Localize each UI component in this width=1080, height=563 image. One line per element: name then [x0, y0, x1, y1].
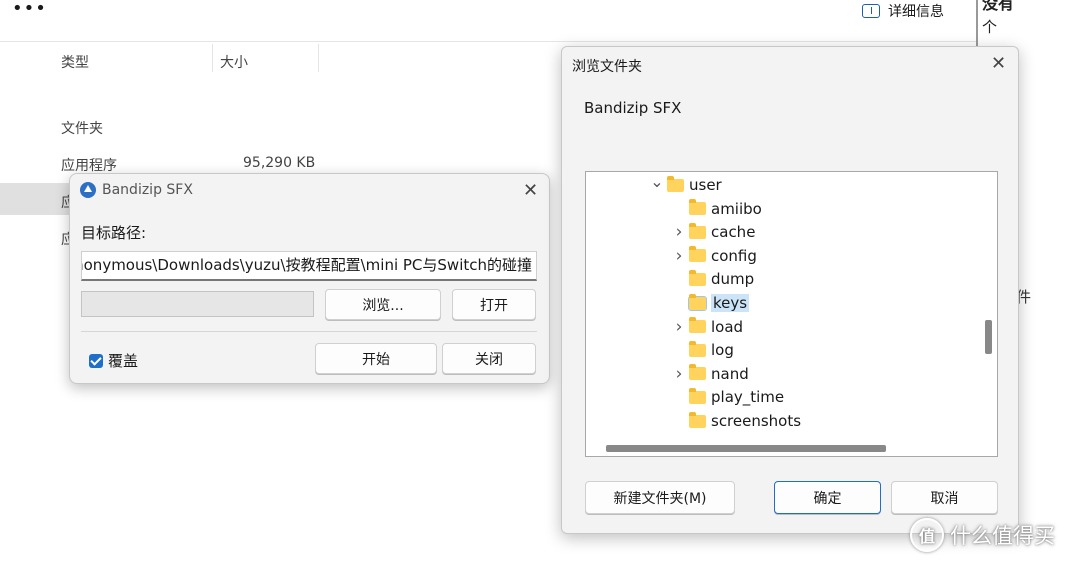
- folder-icon: [689, 269, 706, 286]
- tree-item[interactable]: amiibo: [672, 198, 762, 220]
- tree-item[interactable]: dump: [672, 268, 754, 290]
- pane-scrollbar[interactable]: [976, 0, 978, 46]
- tree-item[interactable]: log: [672, 339, 734, 361]
- vertical-scrollbar-thumb[interactable]: [985, 320, 992, 354]
- bandizip-app-icon: [80, 182, 96, 198]
- folder-tree[interactable]: screenshots play_time › nand log › load keys dum…: [585, 171, 998, 457]
- tree-item[interactable]: keys: [672, 292, 750, 314]
- row-type: 应用程序: [61, 158, 117, 174]
- folder-icon: [689, 222, 706, 239]
- horizontal-scrollbar-thumb[interactable]: [606, 445, 886, 452]
- tree-item-label: amiibo: [711, 199, 762, 218]
- folder-icon: [689, 387, 706, 404]
- column-separator[interactable]: [212, 44, 213, 72]
- header-divider: [0, 41, 976, 42]
- watermark-text: 什么值得买: [950, 524, 1055, 548]
- folder-icon: [667, 175, 684, 192]
- dialog-divider: [81, 331, 537, 332]
- folder-icon: [689, 317, 706, 334]
- overwrite-label: 覆盖: [108, 352, 139, 370]
- tree-item[interactable]: › nand: [672, 363, 749, 385]
- folder-icon: [689, 199, 706, 216]
- dialog-title: Bandizip SFX: [102, 182, 193, 198]
- details-button[interactable]: 详细信息: [862, 0, 944, 22]
- tree-item-label: screenshots: [711, 412, 802, 430]
- tree-item-label: load: [711, 317, 744, 336]
- extract-progress-bar: [81, 291, 314, 317]
- ok-button[interactable]: 确定: [774, 481, 881, 514]
- chevron-down-icon[interactable]: ⌄: [650, 172, 664, 191]
- close-button[interactable]: 关闭: [442, 343, 536, 374]
- tree-item[interactable]: screenshots: [672, 410, 801, 432]
- overwrite-checkbox-group[interactable]: 覆盖: [89, 350, 138, 371]
- folder-icon: [689, 246, 706, 263]
- browse-button[interactable]: 浏览...: [325, 289, 441, 320]
- target-path-input[interactable]: nonymous\Downloads\yuzu\按教程配置\mini PC与Sw…: [81, 251, 537, 281]
- new-folder-button[interactable]: 新建文件夹(M): [585, 481, 735, 514]
- tree-item-label: nand: [711, 364, 749, 383]
- tree-item-label: user: [689, 176, 722, 194]
- details-pane-text: 个: [982, 18, 998, 36]
- tree-item-label: keys: [711, 294, 750, 312]
- scrollbar-corner: [977, 440, 997, 456]
- close-icon[interactable]: ✕: [523, 182, 538, 200]
- details-label: 详细信息: [888, 4, 944, 20]
- tree-item[interactable]: ⌄ user: [650, 172, 722, 196]
- tree-item-label: dump: [711, 270, 755, 289]
- folder-icon: [689, 411, 706, 428]
- folder-icon: [689, 340, 706, 357]
- tree-item[interactable]: play_time: [672, 386, 784, 408]
- row-type: 文件夹: [61, 121, 103, 137]
- folder-icon: [689, 364, 706, 381]
- target-path-label: 目标路径:: [81, 224, 147, 242]
- dialog-description: Bandizip SFX: [584, 99, 682, 117]
- tree-item-label: play_time: [711, 388, 785, 407]
- watermark: 值 什么值得买: [910, 518, 1055, 552]
- overwrite-checkbox[interactable]: [89, 353, 103, 368]
- column-separator[interactable]: [318, 44, 319, 72]
- details-pane-icon: [862, 4, 880, 18]
- chevron-right-icon[interactable]: ›: [672, 317, 686, 337]
- chevron-right-icon[interactable]: ›: [672, 364, 686, 384]
- tree-item-label: config: [711, 246, 757, 265]
- close-icon[interactable]: ✕: [991, 55, 1006, 73]
- column-header-size[interactable]: 大小: [220, 52, 248, 72]
- chevron-right-icon[interactable]: ›: [672, 246, 686, 266]
- column-header-type[interactable]: 类型: [61, 52, 89, 72]
- tree-item[interactable]: › cache: [672, 221, 756, 243]
- tree-item-label: log: [711, 341, 734, 360]
- tree-item[interactable]: › load: [672, 316, 743, 338]
- tree-item-label: cache: [711, 223, 756, 242]
- folder-icon: [688, 293, 707, 311]
- browse-folder-dialog: 浏览文件夹 ✕ Bandizip SFX screenshots play_tim…: [561, 46, 1019, 534]
- more-horizontal-icon[interactable]: •••: [12, 0, 46, 20]
- tree-item[interactable]: › config: [672, 245, 757, 267]
- bandizip-sfx-dialog: Bandizip SFX ✕ 目标路径: nonymous\Downloads\…: [69, 173, 550, 384]
- selected-row-highlight[interactable]: [0, 183, 70, 215]
- row-size: 95,290 KB: [243, 155, 316, 171]
- dialog-title: 浏览文件夹: [572, 59, 642, 75]
- target-path-value: nonymous\Downloads\yuzu\按教程配置\mini PC与Sw…: [81, 256, 532, 274]
- watermark-logo-icon: 值: [910, 518, 944, 552]
- details-pane-title: 没有: [982, 0, 1015, 13]
- chevron-right-icon[interactable]: ›: [672, 222, 686, 242]
- cancel-button[interactable]: 取消: [891, 481, 998, 514]
- start-button[interactable]: 开始: [315, 343, 437, 374]
- dialog-titlebar: Bandizip SFX: [80, 182, 193, 198]
- open-button[interactable]: 打开: [452, 289, 536, 320]
